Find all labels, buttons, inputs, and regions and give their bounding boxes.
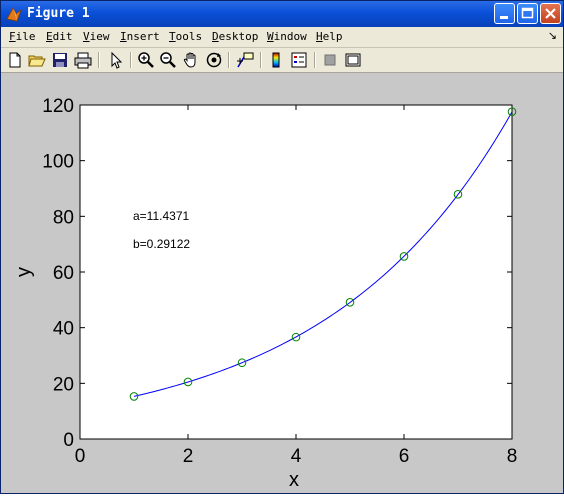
x-axis-label: x xyxy=(289,469,299,491)
rotate-3d-icon[interactable] xyxy=(205,51,223,69)
maximize-button[interactable] xyxy=(517,3,538,24)
x-tick-label: 6 xyxy=(399,446,410,467)
matlab-icon xyxy=(6,7,22,22)
menu-bar: File Edit View Insert Tools Desktop Wind… xyxy=(1,27,563,48)
figure-toolbar xyxy=(1,48,563,73)
menu-window[interactable]: Window xyxy=(267,30,307,43)
menu-tools[interactable]: Tools xyxy=(169,30,202,43)
y-tick-label: 60 xyxy=(53,263,74,284)
minimize-icon xyxy=(500,16,508,19)
x-tick-label: 0 xyxy=(75,446,86,467)
y-tick-label: 40 xyxy=(53,319,74,340)
y-tick-label: 120 xyxy=(42,96,74,117)
x-tick-label: 4 xyxy=(291,446,302,467)
toolbar-separator xyxy=(130,52,132,68)
y-tick-label: 100 xyxy=(42,152,74,173)
insert-legend-icon[interactable] xyxy=(290,51,308,69)
insert-colorbar-icon[interactable] xyxy=(267,51,285,69)
close-icon xyxy=(545,8,556,19)
close-button[interactable] xyxy=(540,3,561,24)
show-plot-tools-icon[interactable] xyxy=(344,51,362,69)
zoom-in-icon[interactable] xyxy=(137,51,155,69)
plot-svg: 0 2 4 6 8020406080100120 a=11.4371 b=0.29122… xyxy=(13,96,518,491)
y-tick-label: 20 xyxy=(53,374,74,395)
menu-file[interactable]: File xyxy=(9,30,36,43)
data-cursor-icon[interactable] xyxy=(236,51,254,69)
maximize-icon xyxy=(521,7,534,19)
hide-plot-tools-icon[interactable] xyxy=(321,51,339,69)
x-tick-label: 8 xyxy=(507,446,518,467)
open-file-icon[interactable] xyxy=(28,51,46,69)
toolbar-separator xyxy=(98,52,100,68)
menu-desktop[interactable]: Desktop xyxy=(212,30,258,43)
annotation-b: b=0.29122 xyxy=(133,237,190,251)
toolbar-separator xyxy=(228,52,230,68)
annotation-a: a=11.4371 xyxy=(133,209,189,223)
y-tick-label: 80 xyxy=(53,207,74,228)
figure-canvas: 0 2 4 6 8 0 20 40 60 80 100 120 a=11.4371 b=0.29122… xyxy=(1,73,563,493)
menu-edit[interactable]: Edit xyxy=(46,30,73,43)
plot-axes-box[interactable] xyxy=(79,104,513,440)
toolbar-separator xyxy=(260,52,262,68)
x-tick-label: 2 xyxy=(183,446,194,467)
minimize-button[interactable] xyxy=(494,3,515,24)
new-figure-icon[interactable] xyxy=(6,51,24,69)
edit-plot-arrow-icon[interactable] xyxy=(107,51,125,69)
pan-hand-icon[interactable] xyxy=(182,51,200,69)
print-icon[interactable] xyxy=(74,51,92,69)
menu-insert[interactable]: Insert xyxy=(120,30,160,43)
menu-view[interactable]: View xyxy=(83,30,110,43)
menu-overflow-icon[interactable]: ↘ xyxy=(548,29,557,42)
title-bar[interactable]: Figure 1 xyxy=(1,1,563,27)
status-strip xyxy=(0,494,564,498)
menu-help[interactable]: Help xyxy=(316,30,343,43)
window-title: Figure 1 xyxy=(27,6,90,21)
toolbar-separator xyxy=(314,52,316,68)
figure-window: Figure 1 File Edit View Insert Tools Des… xyxy=(0,0,564,494)
y-tick-label: 0 xyxy=(63,430,74,451)
save-icon[interactable] xyxy=(51,51,69,69)
y-axis-label: y xyxy=(13,267,35,277)
zoom-out-icon[interactable] xyxy=(159,51,177,69)
